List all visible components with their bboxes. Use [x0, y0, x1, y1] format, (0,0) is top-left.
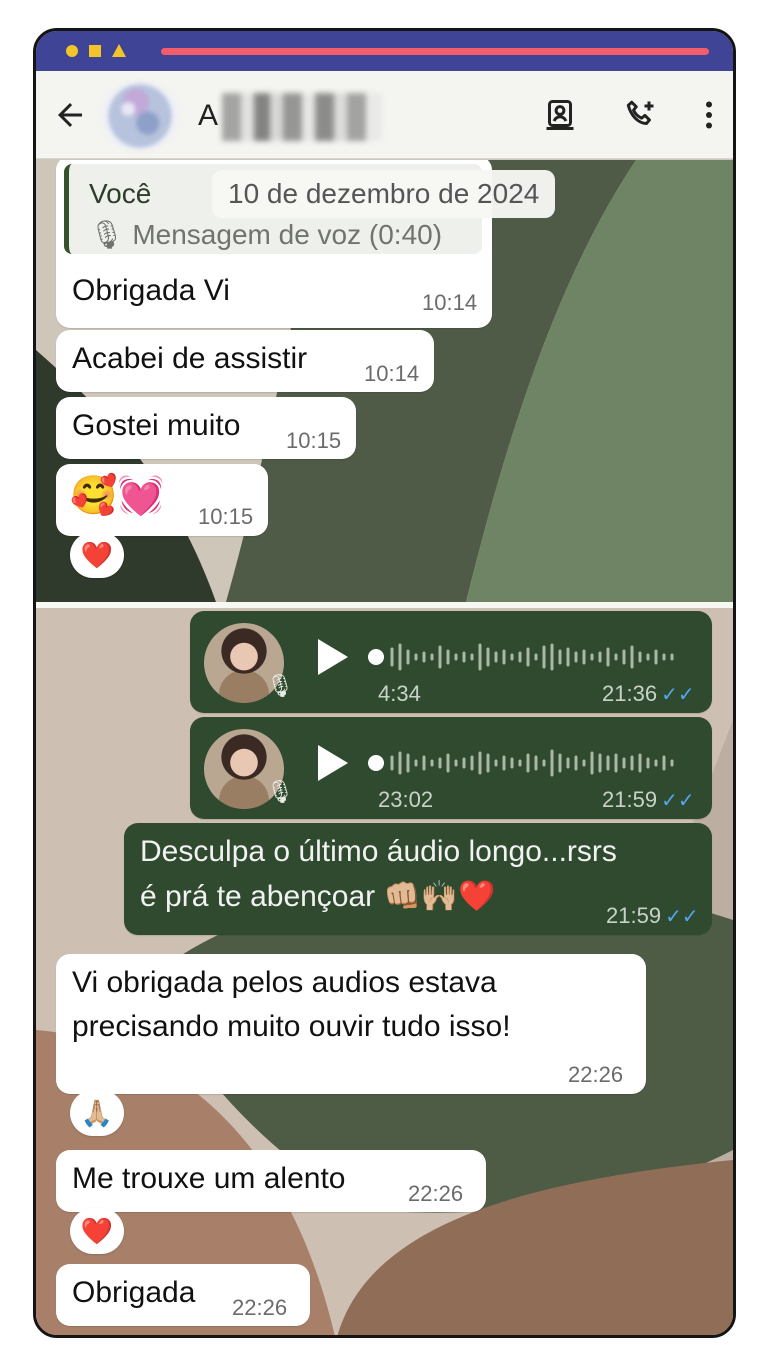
- message-time: 22:26: [568, 1062, 624, 1087]
- message-text-line1: Desculpa o último áudio longo...rsrs: [140, 835, 617, 868]
- message-time-text: 21:36: [602, 681, 658, 706]
- message-text: Me trouxe um alento: [72, 1162, 346, 1195]
- message-time: 10:14: [364, 361, 420, 386]
- message-time: 21:59 ✓✓: [602, 787, 695, 813]
- mic-icon: 🎙︎: [89, 219, 125, 250]
- reaction-badge[interactable]: ❤️: [70, 532, 124, 578]
- status-circle-icon: [66, 45, 78, 57]
- add-call-icon[interactable]: [622, 97, 658, 133]
- mic-icon: 🎙︎: [266, 779, 294, 804]
- message-text: Obrigada: [72, 1276, 196, 1309]
- status-bar: [36, 31, 733, 71]
- play-icon[interactable]: [316, 637, 350, 677]
- message-bubble[interactable]: Gostei muito 10:15: [56, 397, 356, 459]
- contact-name-redaction: [222, 93, 382, 141]
- audio-message-bubble[interactable]: 🎙︎ 23:02 21:59 ✓✓: [190, 717, 712, 819]
- message-text-line2: precisando muito ouvir tudo isso!: [72, 1010, 511, 1043]
- quoted-sender: Você: [89, 178, 152, 209]
- message-time-text: 21:59: [602, 787, 658, 812]
- quoted-body-text: Mensagem de voz (0:40): [132, 219, 443, 250]
- reaction-badge[interactable]: 🙏🏼: [70, 1090, 124, 1136]
- audio-duration: 4:34: [378, 681, 421, 706]
- date-chip: 10 de dezembro de 2024: [212, 170, 556, 218]
- contact-avatar[interactable]: [101, 81, 179, 151]
- mic-icon: 🎙︎: [266, 673, 294, 698]
- read-ticks-icon: ✓✓: [661, 790, 695, 812]
- contact-name[interactable]: A: [198, 99, 219, 133]
- message-text: Obrigada Vi: [72, 274, 230, 307]
- message-bubble[interactable]: Acabei de assistir 10:14: [56, 330, 434, 392]
- message-time: 21:36 ✓✓: [602, 681, 695, 707]
- chat-header: A: [36, 71, 733, 159]
- message-text-line1: Vi obrigada pelos audios estava: [72, 966, 497, 999]
- reaction-badge[interactable]: ❤️: [70, 1208, 124, 1254]
- message-time: 10:15: [198, 504, 254, 529]
- message-text-line2: é prá te abençoar 👊🏼🙌🏼❤️: [140, 880, 496, 913]
- message-bubble-outgoing[interactable]: Desculpa o último áudio longo...rsrs é p…: [124, 823, 712, 935]
- quoted-body: 🎙︎ Mensagem de voz (0:40): [89, 218, 442, 251]
- more-vert-icon[interactable]: [691, 97, 727, 133]
- audio-message-bubble[interactable]: 🎙︎ 4:34 21:36 ✓✓: [190, 611, 712, 713]
- status-square-icon: [89, 45, 101, 57]
- message-text: Gostei muito: [72, 409, 241, 442]
- status-progress-bar: [161, 48, 709, 55]
- message-time-text: 21:59: [606, 903, 662, 928]
- message-time: 10:14: [422, 290, 478, 315]
- emoji-message-bubble[interactable]: 🥰💓 10:15: [56, 464, 268, 536]
- chat-area[interactable]: Você 🎙︎ Mensagem de voz (0:40) Obrigada …: [36, 160, 733, 1335]
- read-ticks-icon: ✓✓: [661, 684, 695, 706]
- status-triangle-icon: [112, 44, 126, 57]
- play-icon[interactable]: [316, 743, 350, 783]
- audio-waveform[interactable]: [368, 743, 684, 783]
- screenshot-divider: [36, 602, 733, 608]
- read-ticks-icon: ✓✓: [665, 906, 699, 928]
- message-time: 21:59 ✓✓: [606, 903, 699, 929]
- contacts-icon[interactable]: [542, 97, 578, 133]
- back-arrow-icon[interactable]: [52, 97, 88, 133]
- message-time: 22:26: [232, 1295, 288, 1320]
- audio-waveform[interactable]: [368, 637, 684, 677]
- message-bubble[interactable]: Vi obrigada pelos audios estava precisan…: [56, 954, 646, 1094]
- audio-duration: 23:02: [378, 787, 434, 812]
- message-bubble[interactable]: Me trouxe um alento 22:26: [56, 1150, 486, 1212]
- message-bubble[interactable]: Obrigada 22:26: [56, 1264, 310, 1326]
- message-text: Acabei de assistir: [72, 342, 308, 375]
- emoji-text: 🥰💓: [70, 475, 165, 517]
- phone-frame: A Você 🎙︎ Mensagem de voz (0:40) Obrigad…: [33, 28, 736, 1338]
- message-time: 10:15: [286, 428, 342, 453]
- message-time: 22:26: [408, 1181, 464, 1206]
